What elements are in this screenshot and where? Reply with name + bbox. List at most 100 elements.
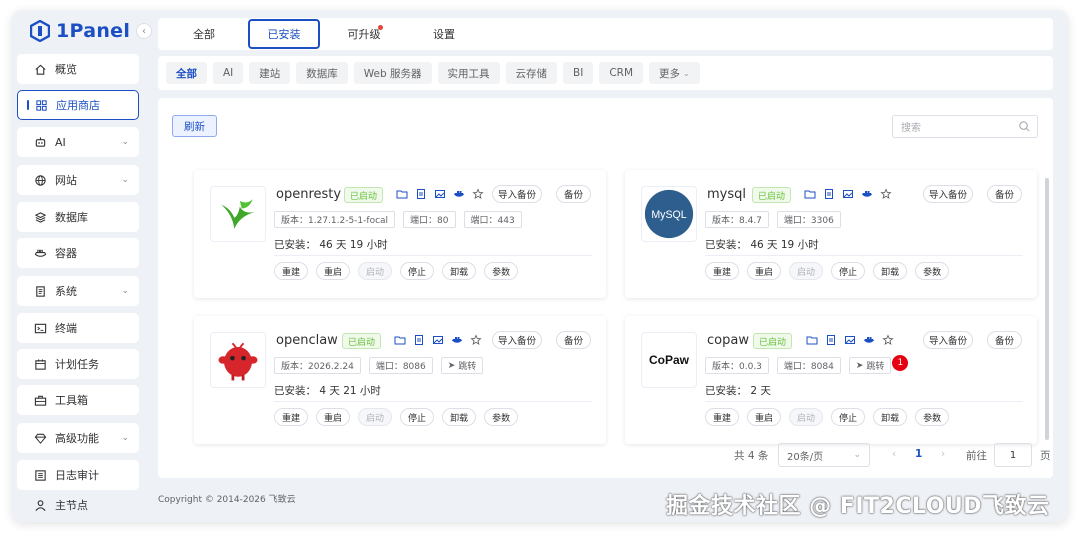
next-page-icon[interactable]: ›	[941, 448, 945, 460]
restart-button[interactable]: 重启	[747, 262, 782, 280]
stop-button[interactable]: 停止	[400, 408, 435, 426]
file-icon[interactable]	[823, 188, 835, 200]
logo[interactable]: 1Panel	[30, 18, 130, 44]
docker-icon[interactable]	[451, 334, 463, 346]
backup-button[interactable]: 备份	[556, 185, 591, 203]
rebuild-button[interactable]: 重建	[705, 262, 740, 280]
star-icon[interactable]	[472, 188, 484, 200]
image-icon[interactable]	[842, 188, 854, 200]
sidebar-item-master-node[interactable]: 主节点	[17, 490, 139, 520]
file-icon[interactable]	[825, 334, 837, 346]
start-button[interactable]: 启动	[358, 408, 393, 426]
backup-button[interactable]: 备份	[556, 331, 591, 349]
uninstall-button[interactable]: 卸载	[873, 408, 908, 426]
star-icon[interactable]	[880, 188, 892, 200]
category-all[interactable]: 全部	[166, 62, 207, 84]
installed-duration: 已安装： 46 天 19 小时	[705, 239, 819, 251]
file-icon[interactable]	[415, 188, 427, 200]
chevron-down-icon: ⌄	[121, 137, 129, 147]
send-icon: ➤	[855, 360, 864, 371]
folder-icon[interactable]	[394, 334, 406, 346]
sidebar-item-website[interactable]: 网站 ⌄	[17, 165, 139, 195]
stop-button[interactable]: 停止	[831, 408, 866, 426]
backup-button[interactable]: 备份	[987, 331, 1022, 349]
jump-button[interactable]: ➤ 跳转	[440, 357, 484, 374]
jump-label: 跳转	[866, 362, 885, 372]
restart-button[interactable]: 重启	[316, 408, 351, 426]
folder-icon[interactable]	[396, 188, 408, 200]
import-backup-button[interactable]: 导入备份	[492, 331, 542, 349]
import-backup-button[interactable]: 导入备份	[923, 185, 973, 203]
uninstall-button[interactable]: 卸载	[442, 408, 477, 426]
category-tools[interactable]: 实用工具	[437, 62, 500, 84]
tab-all[interactable]: 全部	[168, 19, 240, 49]
sidebar-item-overview[interactable]: 概览	[17, 54, 139, 84]
sidebar-item-toolbox[interactable]: 工具箱	[17, 385, 139, 415]
collapse-sidebar-button[interactable]: ‹	[136, 23, 152, 39]
category-cloud-storage[interactable]: 云存储	[505, 62, 558, 84]
uninstall-button[interactable]: 卸载	[873, 262, 908, 280]
stop-button[interactable]: 停止	[400, 262, 435, 280]
stop-button[interactable]: 停止	[831, 262, 866, 280]
app-actions: 重建 重启 启动 停止 卸载 参数	[274, 262, 519, 280]
start-button[interactable]: 启动	[789, 408, 824, 426]
tab-installed[interactable]: 已安装	[248, 19, 320, 49]
docker-icon[interactable]	[863, 334, 875, 346]
sidebar-item-system[interactable]: 系统 ⌄	[17, 276, 139, 306]
page-number-current[interactable]: 1	[915, 448, 922, 460]
sidebar-item-database[interactable]: 数据库	[17, 202, 139, 232]
uninstall-button[interactable]: 卸载	[442, 262, 477, 280]
page-size-select[interactable]: 20条/页 ⌄	[778, 443, 870, 467]
tab-upgradable[interactable]: 可升级	[328, 19, 400, 49]
sidebar-item-app-store[interactable]: 应用商店	[17, 90, 139, 120]
sidebar-item-cron[interactable]: 计划任务	[17, 349, 139, 379]
start-button[interactable]: 启动	[789, 262, 824, 280]
params-button[interactable]: 参数	[915, 408, 950, 426]
image-icon[interactable]	[432, 334, 444, 346]
restart-button[interactable]: 重启	[747, 408, 782, 426]
params-button[interactable]: 参数	[484, 408, 519, 426]
tab-settings[interactable]: 设置	[408, 19, 480, 49]
image-icon[interactable]	[844, 334, 856, 346]
file-icon[interactable]	[413, 334, 425, 346]
docker-icon[interactable]	[861, 188, 873, 200]
sidebar-item-log-audit[interactable]: 日志审计	[17, 460, 139, 490]
jump-button[interactable]: ➤ 跳转 1	[848, 355, 909, 374]
params-button[interactable]: 参数	[915, 262, 950, 280]
refresh-button[interactable]: 刷新	[172, 115, 217, 137]
category-website[interactable]: 建站	[249, 62, 291, 84]
star-icon[interactable]	[470, 334, 482, 346]
backup-button[interactable]: 备份	[987, 185, 1022, 203]
import-backup-button[interactable]: 导入备份	[492, 185, 542, 203]
sidebar-item-advanced[interactable]: 高级功能 ⌄	[17, 423, 139, 453]
scrollbar[interactable]	[1045, 178, 1049, 440]
sidebar-item-terminal[interactable]: 终端	[17, 313, 139, 343]
folder-icon[interactable]	[804, 188, 816, 200]
category-database[interactable]: 数据库	[296, 62, 348, 84]
goto-page-input[interactable]: 1	[994, 443, 1032, 467]
import-backup-button[interactable]: 导入备份	[923, 331, 973, 349]
restart-button[interactable]: 重启	[316, 262, 351, 280]
user-icon	[33, 498, 47, 512]
sidebar-item-label: 数据库	[55, 211, 88, 224]
category-crm[interactable]: CRM	[599, 62, 644, 84]
star-icon[interactable]	[882, 334, 894, 346]
category-web-server[interactable]: Web 服务器	[353, 62, 432, 84]
rebuild-button[interactable]: 重建	[274, 408, 309, 426]
start-button[interactable]: 启动	[358, 262, 393, 280]
sidebar-item-container[interactable]: 容器	[17, 238, 139, 268]
sidebar-item-ai[interactable]: AI ⌄	[17, 127, 139, 157]
category-ai[interactable]: AI	[213, 62, 244, 84]
sidebar-item-label: 系统	[55, 285, 77, 298]
rebuild-button[interactable]: 重建	[274, 262, 309, 280]
rebuild-button[interactable]: 重建	[705, 408, 740, 426]
prev-page-icon[interactable]: ‹	[892, 448, 896, 460]
folder-icon[interactable]	[806, 334, 818, 346]
category-bi[interactable]: BI	[563, 62, 594, 84]
search-input[interactable]: 搜索	[892, 115, 1038, 138]
quick-icons	[806, 334, 894, 346]
params-button[interactable]: 参数	[484, 262, 519, 280]
category-more[interactable]: 更多 ⌄	[649, 62, 700, 84]
image-icon[interactable]	[434, 188, 446, 200]
docker-icon[interactable]	[453, 188, 465, 200]
